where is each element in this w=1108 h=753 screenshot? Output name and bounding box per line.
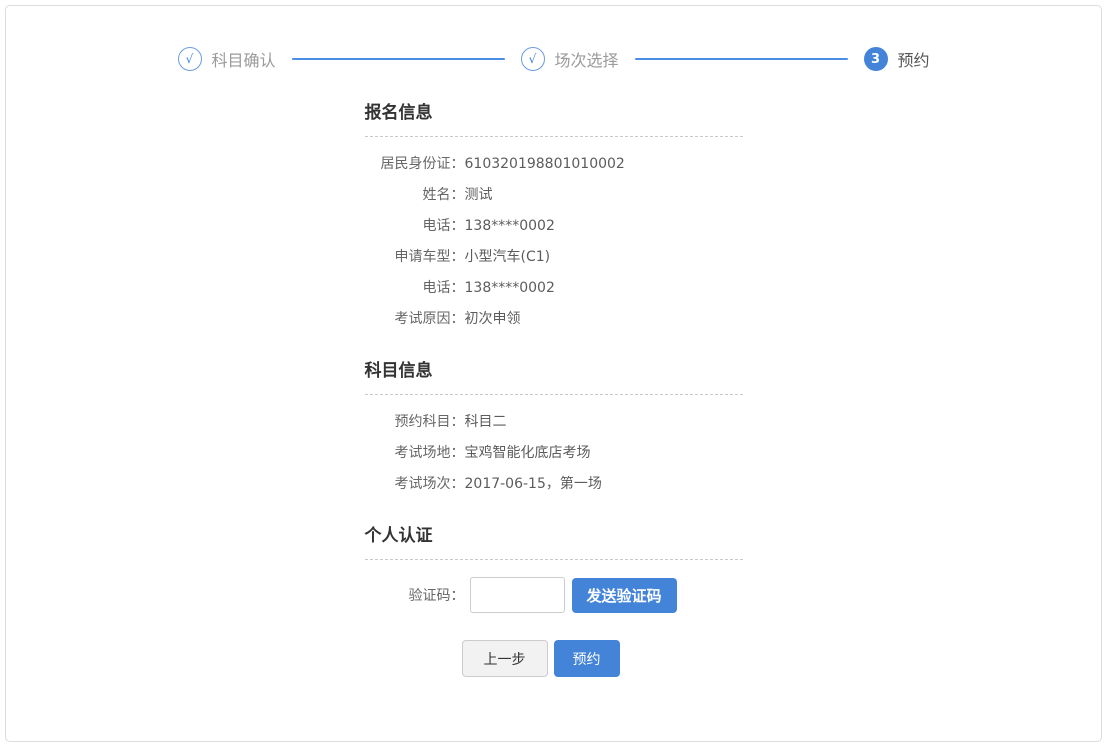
info-value: 科目二 <box>465 412 507 432</box>
info-value: 610320198801010002 <box>465 154 625 174</box>
info-label: 居民身份证： <box>365 154 465 174</box>
info-value: 138****0002 <box>465 216 555 236</box>
info-value: 小型汽车(C1) <box>465 247 551 267</box>
info-row-name: 姓名： 测试 <box>365 185 743 205</box>
info-row-phone: 电话： 138****0002 <box>365 216 743 236</box>
info-row-booked-subject: 预约科目： 科目二 <box>365 412 743 432</box>
info-row-exam-site: 考试场地： 宝鸡智能化底店考场 <box>365 443 743 463</box>
info-value: 宝鸡智能化底店考场 <box>465 443 591 463</box>
info-value: 138****0002 <box>465 278 555 298</box>
previous-step-button[interactable]: 上一步 <box>462 640 548 677</box>
stepper-connector <box>292 58 505 60</box>
step-label: 预约 <box>898 47 930 71</box>
step-check-icon: √ <box>521 47 545 71</box>
info-label: 电话： <box>365 278 465 298</box>
step-booking: 3 预约 <box>864 47 930 71</box>
info-label: 考试场地： <box>365 443 465 463</box>
info-row-phone-2: 电话： 138****0002 <box>365 278 743 298</box>
captcha-input[interactable] <box>470 577 565 613</box>
step-label: 科目确认 <box>212 47 276 71</box>
info-row-exam-session: 考试场次： 2017-06-15，第一场 <box>365 474 743 494</box>
step-label: 场次选择 <box>555 47 619 71</box>
info-label: 电话： <box>365 216 465 236</box>
stepper: √ 科目确认 √ 场次选择 3 预约 <box>178 47 930 71</box>
captcha-row: 验证码： 发送验证码 <box>365 577 743 613</box>
stepper-connector <box>635 58 848 60</box>
info-label: 预约科目： <box>365 412 465 432</box>
footer-actions: 上一步 预约 <box>339 640 743 677</box>
booking-card: √ 科目确认 √ 场次选择 3 预约 报名信息 居民身份证： 610320198… <box>5 5 1102 742</box>
section-divider <box>365 559 743 560</box>
section-title-auth: 个人认证 <box>365 521 743 546</box>
info-label: 考试原因： <box>365 309 465 329</box>
info-row-id-card: 居民身份证： 610320198801010002 <box>365 154 743 174</box>
step-number-badge: 3 <box>864 47 888 71</box>
section-divider <box>365 394 743 395</box>
main-content: 报名信息 居民身份证： 610320198801010002 姓名： 测试 电话… <box>365 98 743 677</box>
info-value: 2017-06-15，第一场 <box>465 474 602 494</box>
info-value: 初次申领 <box>465 309 521 329</box>
info-label: 考试场次： <box>365 474 465 494</box>
captcha-label: 验证码： <box>365 585 465 605</box>
step-session-select: √ 场次选择 <box>521 47 619 71</box>
info-label: 申请车型： <box>365 247 465 267</box>
section-divider <box>365 136 743 137</box>
step-check-icon: √ <box>178 47 202 71</box>
section-title-subject: 科目信息 <box>365 356 743 381</box>
info-row-exam-reason: 考试原因： 初次申领 <box>365 309 743 329</box>
step-subject-confirm: √ 科目确认 <box>178 47 276 71</box>
info-value: 测试 <box>465 185 493 205</box>
info-row-vehicle-type: 申请车型： 小型汽车(C1) <box>365 247 743 267</box>
section-title-registration: 报名信息 <box>365 98 743 123</box>
send-captcha-button[interactable]: 发送验证码 <box>572 578 677 613</box>
info-label: 姓名： <box>365 185 465 205</box>
submit-booking-button[interactable]: 预约 <box>554 640 620 677</box>
